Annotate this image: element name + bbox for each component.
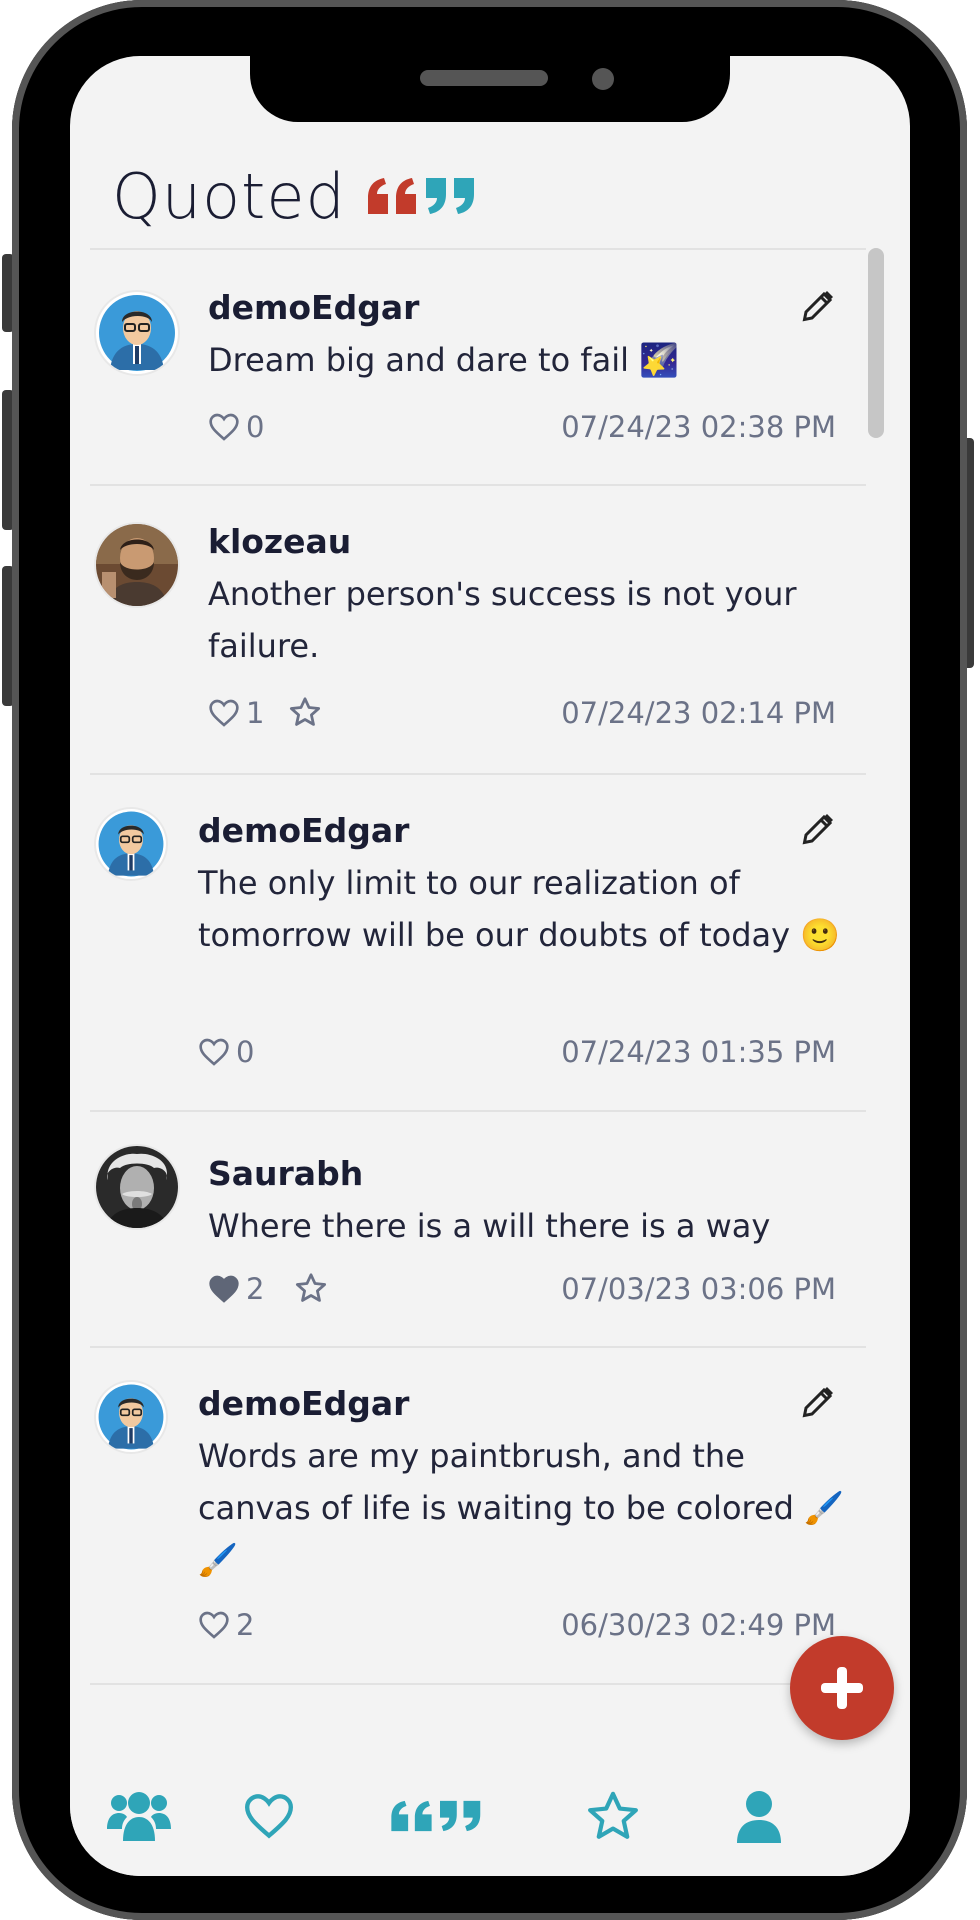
heart-outline-icon xyxy=(209,413,239,441)
camera xyxy=(592,68,614,90)
add-quote-button[interactable] xyxy=(790,1636,894,1740)
cartoon-man-avatar-icon xyxy=(98,811,164,877)
quote-text: Words are my paintbrush, and the canvas … xyxy=(198,1437,844,1579)
tab-profile[interactable] xyxy=(704,1756,814,1876)
tab-users[interactable] xyxy=(84,1756,194,1876)
cartoon-man-avatar-icon xyxy=(98,1384,164,1450)
app-title: Quoted xyxy=(112,159,346,233)
username[interactable]: klozeau xyxy=(208,522,351,561)
pencil-icon[interactable] xyxy=(800,288,836,328)
pencil-icon[interactable] xyxy=(800,1384,836,1424)
heart-outline-icon xyxy=(199,1611,229,1639)
bearded-man-photo-icon xyxy=(96,524,178,606)
avatar[interactable] xyxy=(96,809,166,879)
app-screen: Quoted demoEdgar Dream big and dare to f… xyxy=(70,56,910,1876)
avatar[interactable] xyxy=(96,1146,178,1228)
timestamp: 07/24/23 02:14 PM xyxy=(561,696,836,730)
username[interactable]: demoEdgar xyxy=(208,288,419,327)
heart-filled-icon xyxy=(209,1275,239,1303)
timestamp: 07/24/23 02:38 PM xyxy=(561,410,836,444)
quote-card: Saurabh Where there is a will there is a… xyxy=(90,1112,866,1348)
avatar[interactable] xyxy=(96,524,178,606)
quote-card: demoEdgar The only limit to our realizat… xyxy=(90,775,866,1112)
like-button[interactable]: 1 xyxy=(208,696,264,730)
tab-quotes[interactable] xyxy=(380,1756,500,1876)
avatar[interactable] xyxy=(96,1382,166,1452)
cartoon-man-avatar-icon xyxy=(99,295,175,371)
heart-outline-icon xyxy=(209,699,239,727)
tab-favorites[interactable] xyxy=(214,1756,324,1876)
quote-card: demoEdgar Dream big and dare to fail 🌠 0… xyxy=(90,250,866,486)
quote-text: Another person's success is not your fai… xyxy=(208,575,797,665)
star-outline-icon[interactable] xyxy=(288,696,322,732)
username[interactable]: demoEdgar xyxy=(198,811,409,850)
username[interactable]: demoEdgar xyxy=(198,1384,409,1423)
notch xyxy=(250,56,730,122)
timestamp: 07/03/23 03:06 PM xyxy=(561,1272,836,1306)
timestamp: 07/24/23 01:35 PM xyxy=(561,1035,836,1069)
star-icon xyxy=(588,1791,638,1839)
quotes-icon xyxy=(391,1800,481,1832)
app-header: Quoted xyxy=(112,156,488,236)
tab-starred[interactable] xyxy=(558,1756,668,1876)
quotes-logo-icon xyxy=(364,174,488,218)
quote-text: Where there is a will there is a way xyxy=(208,1207,771,1245)
like-count: 0 xyxy=(246,410,265,444)
user-icon xyxy=(737,1791,781,1843)
like-count: 2 xyxy=(236,1608,255,1642)
avatar[interactable] xyxy=(96,292,178,374)
bottom-tab-bar xyxy=(70,1756,910,1876)
einstein-photo-icon xyxy=(96,1146,178,1228)
quote-feed: demoEdgar Dream big and dare to fail 🌠 0… xyxy=(70,250,910,1750)
star-outline-icon[interactable] xyxy=(294,1272,328,1308)
heart-outline-icon xyxy=(199,1038,229,1066)
pencil-icon[interactable] xyxy=(800,811,836,851)
quote-card: demoEdgar Words are my paintbrush, and t… xyxy=(90,1348,866,1685)
heart-icon xyxy=(244,1794,294,1839)
like-button[interactable]: 0 xyxy=(208,410,264,444)
quote-text: Dream big and dare to fail 🌠 xyxy=(208,341,679,379)
timestamp: 06/30/23 02:49 PM xyxy=(561,1608,836,1642)
like-count: 0 xyxy=(236,1035,255,1069)
users-icon xyxy=(107,1792,171,1841)
like-count: 1 xyxy=(246,696,265,730)
username[interactable]: Saurabh xyxy=(208,1154,363,1193)
like-button[interactable]: 0 xyxy=(198,1035,254,1069)
speaker xyxy=(420,70,548,86)
like-count: 2 xyxy=(246,1272,265,1306)
plus-icon xyxy=(821,1667,863,1709)
like-button[interactable]: 2 xyxy=(198,1608,254,1642)
quote-text: The only limit to our realization of tom… xyxy=(198,864,841,954)
quote-card: klozeau Another person's success is not … xyxy=(90,486,866,775)
like-button[interactable]: 2 xyxy=(208,1272,264,1306)
